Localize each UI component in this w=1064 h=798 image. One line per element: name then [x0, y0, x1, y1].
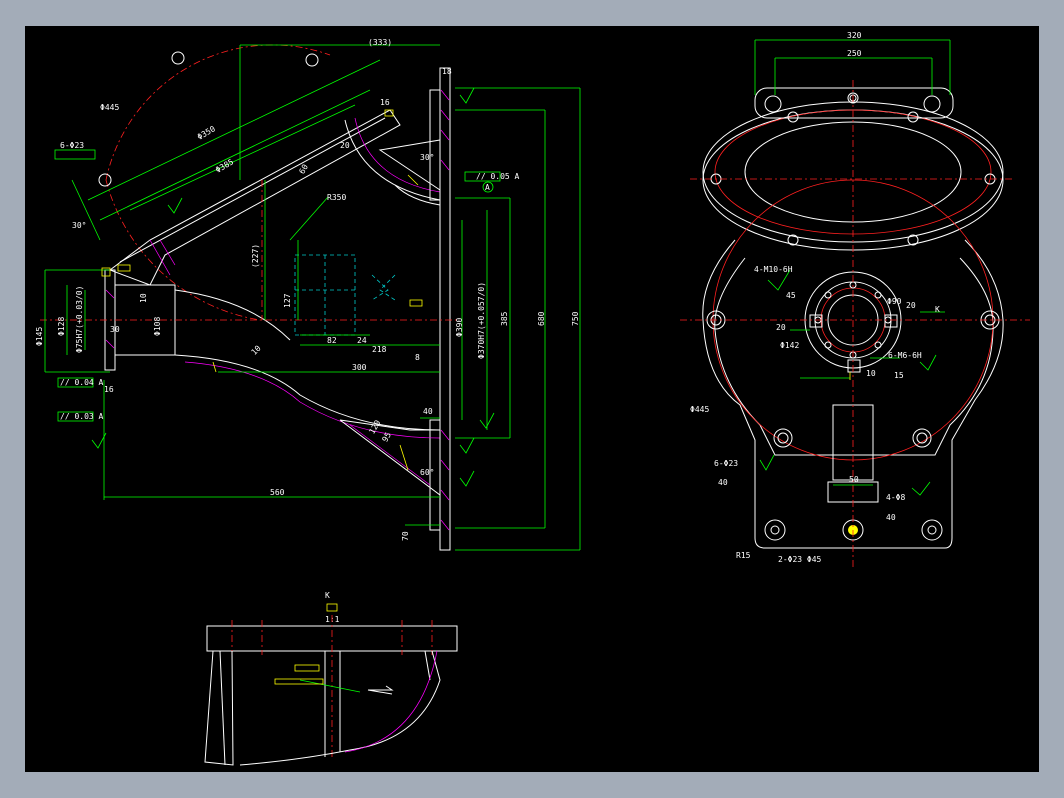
- dim-75: Φ75H7(+0.03/0): [75, 286, 84, 353]
- dim-70: 70: [401, 531, 410, 541]
- dim-16b: 16: [380, 98, 390, 107]
- dim-20b: 20: [776, 323, 786, 332]
- front-view: (333) 18 750 680 385 Φ370H7(+0.057/0) Φ3…: [35, 38, 581, 551]
- detail-title: K: [325, 591, 330, 600]
- detail-view-k: K 1:1: [204, 591, 458, 766]
- dim-angle-30b: 30°: [420, 153, 434, 162]
- dim-385b: Φ385: [214, 157, 235, 175]
- bolt-hole: [171, 51, 185, 65]
- note-6-23: 6-Φ23: [714, 459, 738, 468]
- dim-333: (333): [368, 38, 392, 47]
- dim-18: 18: [442, 67, 452, 76]
- cad-drawing: (333) 18 750 680 385 Φ370H7(+0.057/0) Φ3…: [35, 31, 1030, 766]
- ear-hole: [764, 95, 782, 113]
- dim-90: Φ90: [887, 297, 902, 306]
- dim-445-side: Φ445: [690, 405, 709, 414]
- dim-350: Φ350: [196, 124, 217, 142]
- section-K-label: K: [935, 305, 940, 314]
- dim-142: Φ142: [780, 341, 799, 350]
- tolerance-2: // 0.04 A: [60, 378, 104, 387]
- dim-50: 50: [849, 475, 859, 484]
- bolt-circle-arc-lower: [105, 179, 261, 321]
- dim-108: Φ108: [153, 317, 162, 336]
- dim-angle-60: 60°: [420, 468, 434, 477]
- dim-218: 218: [372, 345, 387, 354]
- flange-plate: [439, 67, 451, 551]
- dim-8: 8: [415, 353, 420, 362]
- dim-227: (227): [251, 244, 260, 268]
- tolerance-3: // 0.03 A: [60, 412, 104, 421]
- dim-10: 10: [139, 293, 148, 303]
- note-4-8: 4-Φ8: [886, 493, 905, 502]
- dim-30: 30: [110, 325, 120, 334]
- bolt-hole: [98, 173, 112, 187]
- note-6x23: 6-Φ23: [60, 141, 84, 150]
- dim-10: 10: [866, 369, 876, 378]
- dim-385: 385: [500, 311, 509, 326]
- note-4-M10: 4-M10-6H: [754, 265, 793, 274]
- dim-127: 127: [283, 293, 292, 308]
- dim-300: 300: [352, 363, 367, 372]
- ear-hole: [923, 95, 941, 113]
- dim-16: 16: [104, 385, 114, 394]
- dim-angle-30: 30°: [72, 221, 86, 230]
- bolt-circle-arc: [105, 44, 331, 181]
- dim-82: 82: [327, 336, 337, 345]
- upper-rib: [378, 139, 441, 191]
- dim-10b: 10: [250, 344, 263, 357]
- datum-A: A: [485, 183, 490, 192]
- dim-390: Φ390: [455, 318, 464, 337]
- dim-40b: 40: [886, 513, 896, 522]
- dim-R350: R350: [327, 193, 346, 202]
- drawing-canvas: (333) 18 750 680 385 Φ370H7(+0.057/0) Φ3…: [25, 26, 1039, 772]
- dim-40: 40: [423, 407, 433, 416]
- dim-15: 15: [894, 371, 904, 380]
- impeller-hidden: [294, 254, 356, 336]
- dim-680: 680: [537, 311, 546, 326]
- dim-320: 320: [847, 31, 862, 40]
- dim-560: 560: [270, 488, 285, 497]
- dim-45: 45: [786, 291, 796, 300]
- dim-40: 40: [718, 478, 728, 487]
- dim-128: Φ128: [57, 317, 66, 336]
- dim-20: 20: [340, 141, 350, 150]
- dim-120: 120: [367, 418, 382, 435]
- note-6-M6: 6-M6-6H: [888, 351, 922, 360]
- lower-rib: [339, 419, 441, 496]
- dim-250: 250: [847, 49, 862, 58]
- bolt-hole: [305, 53, 319, 67]
- side-view: 320 250 Φ90 Φ142 20 20 45 15 10 50 40 40…: [680, 31, 1030, 570]
- dim-370: Φ370H7(+0.057/0): [477, 282, 486, 359]
- dim-20a: 20: [906, 301, 916, 310]
- note-2-23: 2-Φ23 Φ45: [778, 555, 822, 564]
- casing-curve-lower: [174, 354, 441, 431]
- dim-R15: R15: [736, 551, 751, 560]
- dim-750: 750: [571, 311, 580, 326]
- dim-145: Φ145: [35, 327, 44, 346]
- dim-24: 24: [357, 336, 367, 345]
- dim-445: Φ445: [100, 103, 119, 112]
- tolerance-1: // 0.05 A: [476, 172, 520, 181]
